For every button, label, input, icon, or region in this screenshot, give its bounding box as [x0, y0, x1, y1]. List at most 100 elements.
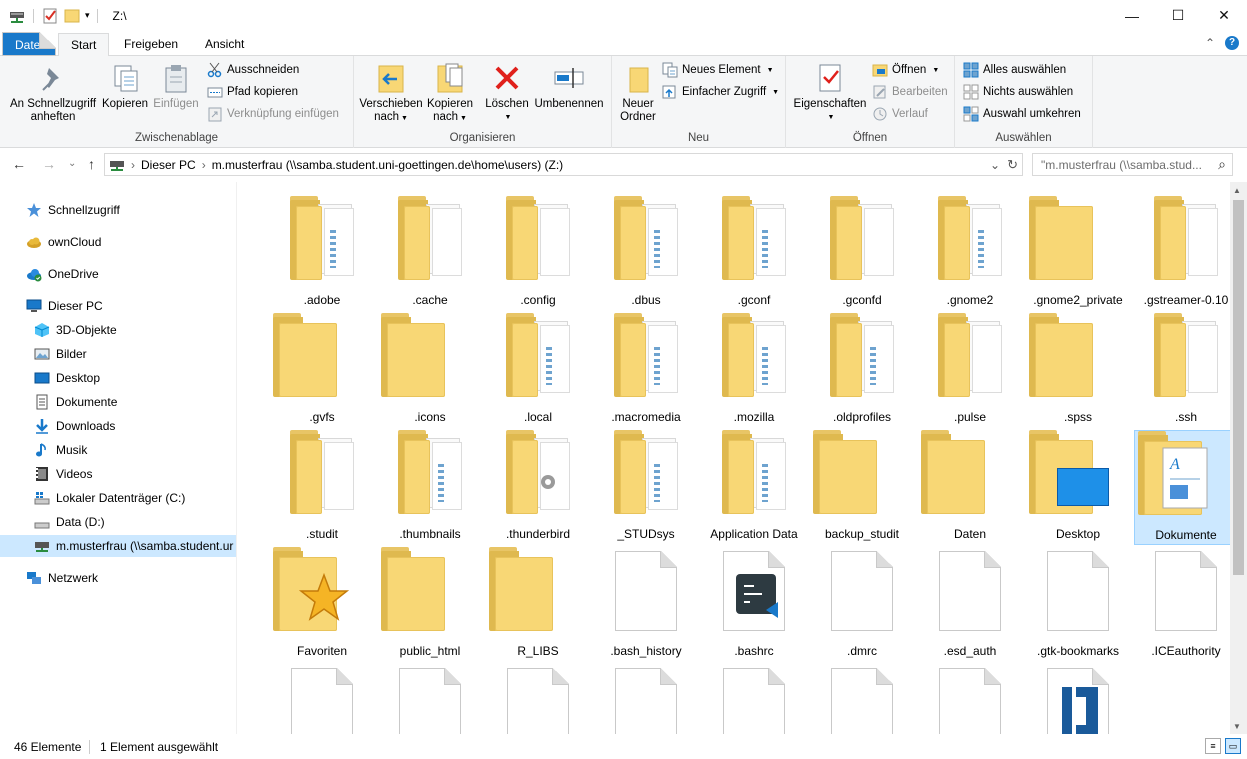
- file-item[interactable]: [486, 664, 590, 734]
- tab-share[interactable]: Freigeben: [112, 33, 190, 57]
- nav-item-quick-access[interactable]: Schnellzugriff: [26, 199, 120, 221]
- properties-icon[interactable]: [41, 7, 59, 25]
- edit-button[interactable]: Bearbeiten: [872, 82, 948, 102]
- folder-item[interactable]: .adobe: [270, 196, 374, 311]
- folder-item[interactable]: .gvfs: [270, 313, 374, 428]
- file-item[interactable]: [270, 664, 374, 734]
- copy-path-button[interactable]: Pfad kopieren: [207, 82, 298, 102]
- folder-item[interactable]: .gconfd: [810, 196, 914, 311]
- nav-item-network-drive-z[interactable]: m.musterfrau (\\samba.student.ur: [0, 535, 236, 557]
- nav-item-pictures[interactable]: Bilder: [34, 343, 87, 365]
- new-folder-button[interactable]: Neuer Ordner: [614, 62, 662, 124]
- folder-item[interactable]: .ssh: [1134, 313, 1230, 428]
- tab-start[interactable]: Start: [58, 33, 110, 57]
- folder-item[interactable]: .macromedia: [594, 313, 698, 428]
- select-none-button[interactable]: Nichts auswählen: [963, 82, 1073, 102]
- paste-button[interactable]: Einfügen: [150, 62, 202, 111]
- help-icon[interactable]: ?: [1225, 36, 1239, 50]
- folder-item[interactable]: .gconf: [702, 196, 806, 311]
- move-to-button[interactable]: Verschieben nach ▼: [358, 62, 424, 125]
- folder-item[interactable]: Favoriten: [270, 547, 374, 662]
- file-item[interactable]: .dmrc: [810, 547, 914, 662]
- new-item-button[interactable]: Neues Element ▼: [662, 60, 774, 80]
- folder-item[interactable]: .oldprofiles: [810, 313, 914, 428]
- invert-selection-button[interactable]: Auswahl umkehren: [963, 104, 1081, 124]
- up-button[interactable]: ↑: [88, 156, 95, 172]
- history-button[interactable]: Verlauf: [872, 104, 928, 124]
- customize-toolbar-chevron-icon[interactable]: ▾: [85, 10, 90, 21]
- vertical-scrollbar[interactable]: ▲ ▼: [1230, 182, 1247, 734]
- forward-button[interactable]: →: [42, 156, 56, 172]
- nav-item-data-d[interactable]: Data (D:): [34, 511, 105, 533]
- nav-item-network[interactable]: Netzwerk: [26, 567, 98, 589]
- scroll-down-icon[interactable]: ▼: [1233, 722, 1241, 731]
- paste-shortcut-button[interactable]: Verknüpfung einfügen: [207, 104, 339, 124]
- nav-item-videos[interactable]: Videos: [34, 463, 92, 485]
- folder-item[interactable]: .gnome2: [918, 196, 1022, 311]
- folder-item[interactable]: .spss: [1026, 313, 1130, 428]
- copy-to-button[interactable]: Kopieren nach ▼: [424, 62, 476, 125]
- file-item[interactable]: .gtk-bookmarks: [1026, 547, 1130, 662]
- select-all-button[interactable]: Alles auswählen: [963, 60, 1066, 80]
- file-item[interactable]: [594, 664, 698, 734]
- file-item[interactable]: .ICEauthority: [1134, 547, 1230, 662]
- address-dropdown-button[interactable]: ⌄: [990, 158, 1000, 172]
- folder-item[interactable]: Application Data: [702, 430, 806, 545]
- nav-item-local-disk-c[interactable]: Lokaler Datenträger (C:): [34, 487, 185, 509]
- address-bar[interactable]: › Dieser PC › m.musterfrau (\\samba.stud…: [104, 153, 1023, 176]
- close-button[interactable]: ✕: [1201, 0, 1247, 31]
- recent-locations-button[interactable]: ⌄: [68, 158, 76, 169]
- nav-item-desktop[interactable]: Desktop: [34, 367, 100, 389]
- nav-item-documents[interactable]: Dokumente: [34, 391, 117, 413]
- new-folder-icon[interactable]: [63, 7, 81, 25]
- delete-button[interactable]: Löschen ▼: [482, 62, 532, 124]
- collapse-ribbon-icon[interactable]: ⌃: [1205, 36, 1215, 50]
- folder-item[interactable]: backup_studit: [810, 430, 914, 545]
- folder-item[interactable]: .dbus: [594, 196, 698, 311]
- folder-item[interactable]: .thunderbird: [486, 430, 590, 545]
- folder-item[interactable]: R_LIBS: [486, 547, 590, 662]
- nav-item-owncloud[interactable]: ownCloud: [26, 231, 101, 253]
- cut-button[interactable]: Ausschneiden: [207, 60, 299, 80]
- file-item[interactable]: .esd_auth: [918, 547, 1022, 662]
- breadcrumb-this-pc[interactable]: Dieser PC: [141, 158, 196, 172]
- tab-view[interactable]: Ansicht: [193, 33, 256, 57]
- folder-item[interactable]: .mozilla: [702, 313, 806, 428]
- easy-access-button[interactable]: Einfacher Zugriff ▼: [662, 82, 779, 102]
- file-item[interactable]: .bashrc: [702, 547, 806, 662]
- folder-item[interactable]: A Dokumente: [1134, 430, 1230, 545]
- folder-item[interactable]: .pulse: [918, 313, 1022, 428]
- folder-item[interactable]: .thumbnails: [378, 430, 482, 545]
- breadcrumb-separator[interactable]: ›: [131, 158, 135, 172]
- copy-button[interactable]: Kopieren: [100, 62, 150, 111]
- folder-item[interactable]: .studit: [270, 430, 374, 545]
- folder-item[interactable]: .gnome2_private: [1026, 196, 1130, 311]
- folder-item[interactable]: _STUDsys: [594, 430, 698, 545]
- folder-item[interactable]: Daten: [918, 430, 1022, 545]
- details-view-icon[interactable]: ≡: [1205, 738, 1221, 754]
- file-item[interactable]: [702, 664, 806, 734]
- rename-button[interactable]: Umbenennen: [532, 62, 606, 111]
- nav-item-3d-objects[interactable]: 3D-Objekte: [34, 319, 117, 341]
- file-item[interactable]: [1026, 664, 1130, 734]
- folder-item[interactable]: .cache: [378, 196, 482, 311]
- folder-item[interactable]: .local: [486, 313, 590, 428]
- search-icon[interactable]: ⌕: [1218, 156, 1226, 173]
- nav-item-downloads[interactable]: Downloads: [34, 415, 115, 437]
- back-button[interactable]: ←: [12, 156, 26, 172]
- folder-item[interactable]: Desktop: [1026, 430, 1130, 545]
- file-item[interactable]: .bash_history: [594, 547, 698, 662]
- file-item[interactable]: [810, 664, 914, 734]
- file-item[interactable]: [378, 664, 482, 734]
- nav-item-music[interactable]: Musik: [34, 439, 87, 461]
- large-icons-view-icon[interactable]: ▭: [1225, 738, 1241, 754]
- folder-item[interactable]: .icons: [378, 313, 482, 428]
- nav-item-this-pc[interactable]: Dieser PC: [26, 295, 103, 317]
- scroll-up-icon[interactable]: ▲: [1233, 186, 1241, 195]
- tab-file[interactable]: Datei: [2, 32, 56, 56]
- search-input[interactable]: "m.musterfrau (\\samba.stud... ⌕: [1032, 153, 1233, 176]
- breadcrumb-drive[interactable]: m.musterfrau (\\samba.student.uni-goetti…: [212, 158, 564, 172]
- nav-item-onedrive[interactable]: OneDrive: [26, 263, 99, 285]
- file-item[interactable]: [918, 664, 1022, 734]
- folder-item[interactable]: public_html: [378, 547, 482, 662]
